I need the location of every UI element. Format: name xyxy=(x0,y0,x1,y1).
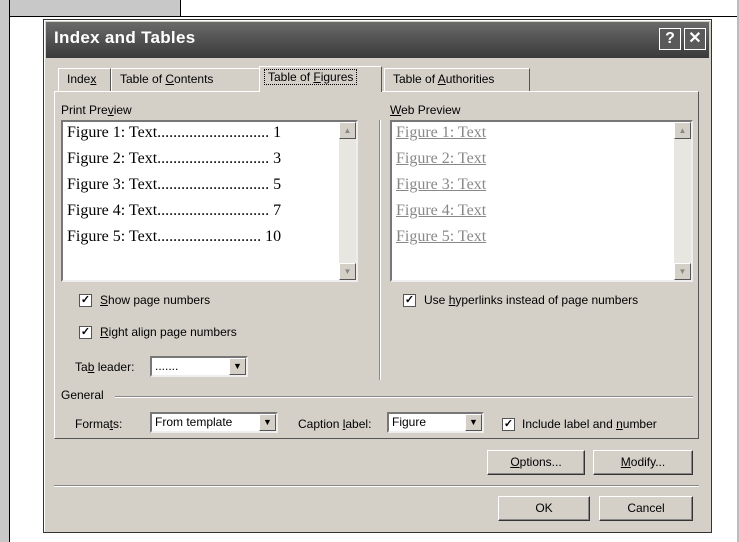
chevron-down-icon[interactable]: ▼ xyxy=(229,358,246,375)
use-hyperlinks-label: Use hyperlinks instead of page numbers xyxy=(424,293,639,307)
caption-label-label: Caption label: xyxy=(298,417,372,431)
tab-index[interactable]: Index xyxy=(58,68,111,91)
general-divider xyxy=(115,396,693,397)
use-hyperlinks-checkbox[interactable]: ✓ xyxy=(403,294,416,307)
web-preview-link: Figure 1: Text xyxy=(396,124,487,141)
background-window-edge xyxy=(0,0,10,542)
background-window-corner xyxy=(0,0,181,17)
print-preview-row: Figure 2: Text..........................… xyxy=(67,150,282,167)
scroll-up-icon[interactable]: ▲ xyxy=(674,122,691,139)
show-page-numbers-label: Show page numbers xyxy=(100,293,211,307)
background-line xyxy=(180,16,739,17)
modify-button[interactable]: Modify... xyxy=(593,450,693,475)
footer-divider xyxy=(54,485,699,486)
tab-leader-select[interactable]: ....... ▼ xyxy=(150,356,248,377)
chevron-down-icon[interactable]: ▼ xyxy=(465,414,482,431)
print-preview-row: Figure 3: Text..........................… xyxy=(67,176,282,193)
print-preview-row: Figure 4: Text..........................… xyxy=(67,202,282,219)
caption-label-select[interactable]: Figure ▼ xyxy=(387,412,484,433)
include-label-checkbox[interactable]: ✓ xyxy=(502,418,515,431)
print-preview-row: Figure 1: Text..........................… xyxy=(67,124,282,141)
title-bar[interactable]: Index and Tables ? ✕ xyxy=(46,22,709,58)
column-divider xyxy=(379,120,380,380)
options-button[interactable]: Options... xyxy=(487,450,585,475)
print-preview-box[interactable]: Figure 1: Text..........................… xyxy=(61,120,358,282)
right-align-checkbox[interactable]: ✓ xyxy=(79,326,92,339)
formats-select[interactable]: From template ▼ xyxy=(150,412,278,433)
ok-button[interactable]: OK xyxy=(498,496,590,521)
chevron-down-icon[interactable]: ▼ xyxy=(259,414,276,431)
web-preview-label: Web Preview xyxy=(390,103,461,117)
web-preview-link: Figure 3: Text xyxy=(396,176,487,193)
dialog-title: Index and Tables xyxy=(54,28,196,47)
scroll-down-icon[interactable]: ▼ xyxy=(339,263,356,280)
tab-table-of-authorities[interactable]: Table of Authorities xyxy=(384,68,530,91)
web-preview-link: Figure 4: Text xyxy=(396,202,487,219)
cancel-button[interactable]: Cancel xyxy=(599,496,693,521)
print-preview-row: Figure 5: Text..........................… xyxy=(67,228,282,245)
include-label-text: Include label and number xyxy=(522,417,657,431)
formats-label: Formats: xyxy=(75,417,123,431)
scroll-down-icon[interactable]: ▼ xyxy=(674,263,691,280)
scroll-up-icon[interactable]: ▲ xyxy=(339,122,356,139)
web-preview-scrollbar[interactable]: ▲ ▼ xyxy=(674,122,691,280)
show-page-numbers-checkbox[interactable]: ✓ xyxy=(79,294,92,307)
index-and-tables-dialog: Index and Tables ? ✕ Index Table of Cont… xyxy=(43,19,712,533)
tab-table-of-figures[interactable]: Table of Figures xyxy=(259,66,382,92)
general-group-label: General xyxy=(61,388,104,402)
tab-table-of-contents[interactable]: Table of Contents xyxy=(111,68,261,91)
web-preview-link: Figure 2: Text xyxy=(396,150,487,167)
print-preview-scrollbar[interactable]: ▲ ▼ xyxy=(339,122,356,280)
help-button[interactable]: ? xyxy=(659,28,681,50)
web-preview-link: Figure 5: Text xyxy=(396,228,487,245)
print-preview-label: Print Preview xyxy=(61,103,132,117)
tab-leader-label: Tab leader: xyxy=(75,360,135,374)
close-button[interactable]: ✕ xyxy=(684,28,706,50)
web-preview-box[interactable]: Figure 1: Text Figure 2: Text Figure 3: … xyxy=(390,120,693,282)
right-align-label: Right align page numbers xyxy=(100,325,237,339)
